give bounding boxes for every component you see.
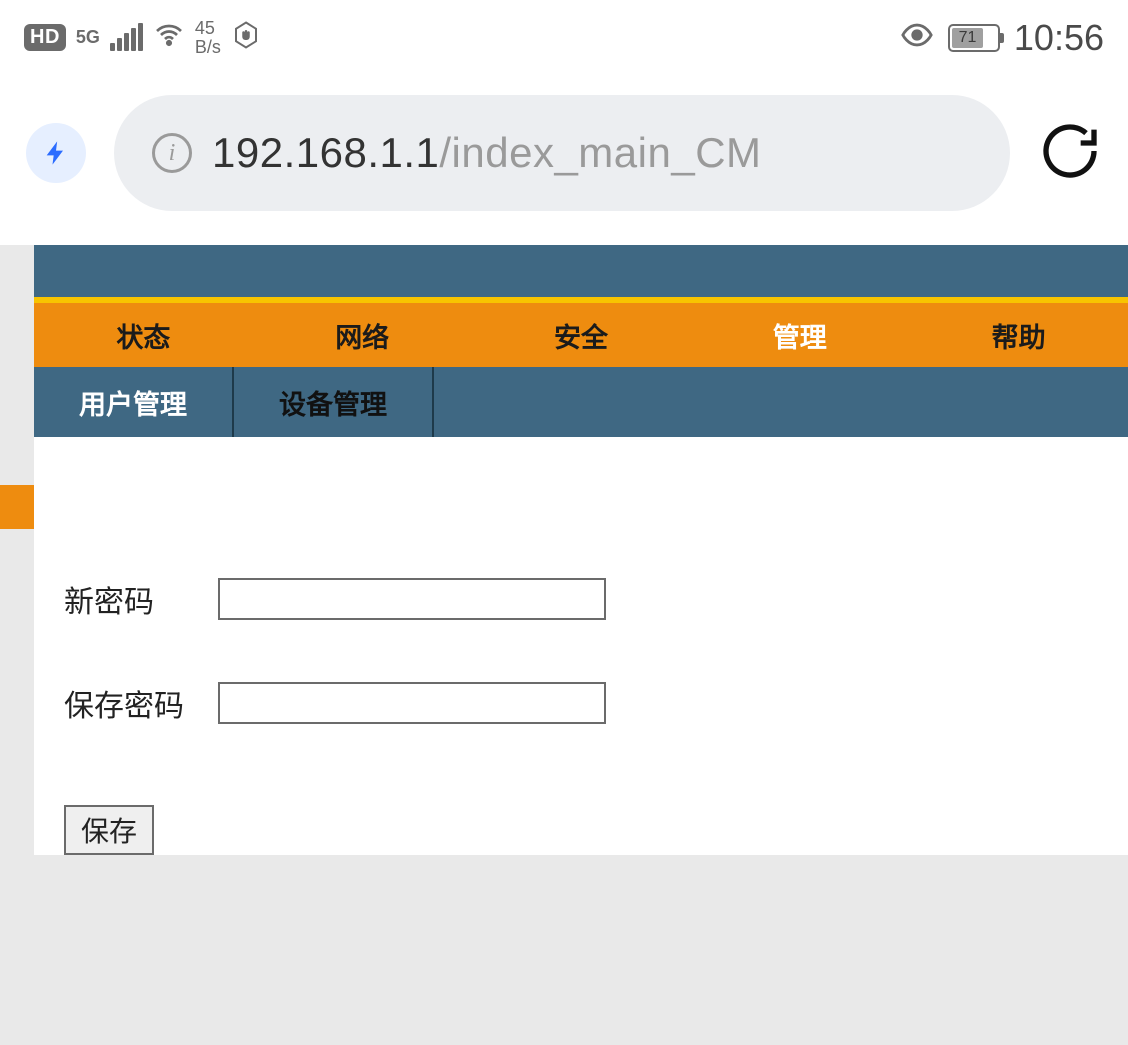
- row-confirm-password: 保存密码: [64, 681, 1128, 725]
- reload-icon[interactable]: [1038, 119, 1102, 188]
- battery-icon: 71: [948, 24, 1000, 52]
- label-confirm-password: 保存密码: [64, 681, 194, 725]
- content-area: 新密码 保存密码 保存: [34, 437, 1128, 855]
- page-body: 状态 网络 安全 管理 帮助 用户管理 设备管理 新密码 保存密码 保存: [0, 245, 1128, 1045]
- block-hand-icon: [231, 20, 261, 55]
- main-nav: 状态 网络 安全 管理 帮助: [34, 303, 1128, 367]
- side-accent: [0, 485, 34, 529]
- hd-badge: HD: [24, 24, 66, 51]
- subtab-user-manage[interactable]: 用户管理: [34, 367, 234, 437]
- url-path: /index_main_CM: [439, 129, 761, 176]
- status-left: HD 5G 45 B/s: [24, 19, 261, 57]
- tab-network[interactable]: 网络: [253, 316, 472, 355]
- label-new-password: 新密码: [64, 577, 194, 621]
- speed-unit: B/s: [195, 38, 221, 57]
- subtab-device-manage[interactable]: 设备管理: [234, 367, 434, 437]
- bolt-icon[interactable]: [26, 123, 86, 183]
- data-speed: 45 B/s: [195, 19, 221, 57]
- signal-icon: [110, 25, 143, 51]
- url-text: 192.168.1.1/index_main_CM: [212, 129, 762, 177]
- sub-nav: 用户管理 设备管理: [34, 367, 1128, 437]
- row-new-password: 新密码: [64, 577, 1128, 621]
- status-right: 71 10:56: [900, 17, 1104, 59]
- tab-manage[interactable]: 管理: [690, 316, 909, 355]
- tab-security[interactable]: 安全: [472, 316, 691, 355]
- status-bar: HD 5G 45 B/s 71: [0, 0, 1128, 65]
- speed-number: 45: [195, 19, 215, 38]
- wifi-icon: [153, 19, 185, 56]
- input-confirm-password[interactable]: [218, 682, 606, 724]
- network-5g-label: 5G: [76, 30, 100, 44]
- eye-icon: [900, 18, 934, 57]
- battery-percent: 71: [952, 28, 983, 48]
- browser-bar: i 192.168.1.1/index_main_CM: [0, 65, 1128, 245]
- save-button[interactable]: 保存: [64, 805, 154, 855]
- tab-help[interactable]: 帮助: [909, 316, 1128, 355]
- site-info-icon[interactable]: i: [152, 133, 192, 173]
- address-bar[interactable]: i 192.168.1.1/index_main_CM: [114, 95, 1010, 211]
- input-new-password[interactable]: [218, 578, 606, 620]
- header-strip: [34, 245, 1128, 303]
- tab-status[interactable]: 状态: [34, 316, 253, 355]
- router-admin-panel: 状态 网络 安全 管理 帮助 用户管理 设备管理 新密码 保存密码 保存: [34, 245, 1128, 855]
- url-host: 192.168.1.1: [212, 129, 439, 176]
- clock: 10:56: [1014, 17, 1104, 59]
